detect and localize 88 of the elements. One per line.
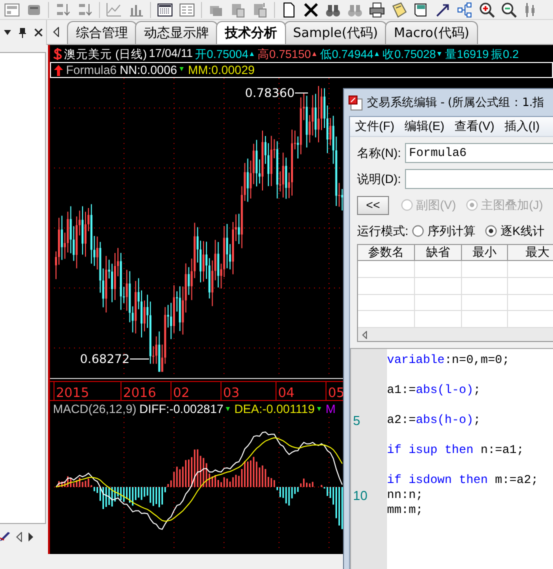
tab[interactable]: Sample(代码)	[284, 21, 387, 44]
code-line: a1:=abs(l-o);	[387, 383, 482, 398]
menu-item[interactable]: 插入(I)	[499, 118, 545, 135]
collapse-button[interactable]: <<	[357, 196, 389, 214]
paste-down-icon[interactable]	[252, 2, 268, 18]
indicator-name: MACD(26,12,9)	[53, 402, 136, 416]
note-icon[interactable]	[391, 2, 407, 18]
menu-item[interactable]: 文件(F)	[350, 118, 400, 135]
book-icon[interactable]	[413, 2, 429, 18]
indicator-value: DIFF:-0.002817	[139, 402, 224, 416]
code-editor[interactable]: 5 10 variable:n=0,m=0; a1:=abs(l-o); a2:=abs(h-o); if isup then n:=a1; if isdown then m:=a2; nn:n; mm:m;	[350, 348, 553, 569]
code-line: if isup then n:=a1;	[387, 443, 525, 458]
zoom-in-icon[interactable]	[479, 2, 495, 18]
new-document-icon[interactable]	[281, 2, 297, 18]
indicator-value: M	[326, 402, 336, 416]
leader-line	[130, 358, 150, 360]
column-header[interactable]: 缺省	[415, 245, 462, 261]
tab[interactable]: 动态显示牌	[135, 21, 218, 44]
symbol-name: 澳元美元 (日线)	[64, 47, 147, 62]
scroll-right-icon[interactable]	[28, 532, 34, 542]
printer-icon[interactable]	[369, 2, 385, 18]
price-label: 0.78360	[245, 86, 295, 100]
code-line: nn:n;	[387, 488, 424, 503]
quote-date: 17/04/11	[148, 48, 193, 60]
line-number: 10	[353, 488, 368, 503]
window-title: 交易系统编辑 - (所属公式组：1.指	[367, 95, 544, 110]
axis-label: 03	[223, 386, 240, 401]
column-header[interactable]: 最大	[508, 245, 553, 261]
radio-label: 主图叠加(J)	[481, 196, 543, 214]
delete-icon[interactable]	[303, 2, 319, 18]
tree-icon[interactable]	[457, 2, 473, 18]
radio-label: 副图(V)	[416, 196, 456, 214]
name-field[interactable]: Formula6	[405, 143, 553, 163]
indicator-value: MM:0.00029	[188, 64, 255, 76]
scroll-left-icon[interactable]	[362, 330, 367, 339]
zoom-out-icon[interactable]	[501, 2, 517, 18]
radio-button[interactable]	[412, 225, 424, 237]
leader-line	[294, 92, 308, 94]
formula-name: Formula6	[66, 64, 117, 76]
radio-button[interactable]	[485, 225, 498, 237]
code-line: a2:=abs(h-o);	[387, 413, 482, 428]
dropdown-icon[interactable]	[4, 30, 10, 35]
sort-ascending-icon[interactable]	[55, 2, 71, 18]
sort-descending-icon[interactable]	[77, 2, 93, 18]
layout-icon[interactable]	[4, 2, 20, 18]
radio-label: 逐K线计	[500, 222, 544, 240]
axis-label: 04	[278, 386, 295, 401]
field-label: 名称(N):	[357, 144, 401, 162]
app-icon	[348, 94, 364, 110]
code-line: mm:m;	[387, 503, 424, 518]
code-line: if isdown then m:=a2;	[387, 473, 538, 488]
tab[interactable]: 综合管理	[67, 21, 137, 44]
quote-value: 高0.75150	[257, 47, 311, 62]
dollar-icon	[53, 48, 62, 60]
quote-value: 收0.75028	[382, 48, 436, 62]
field-label: 运行模式:	[357, 222, 408, 240]
quote-value: 量16919	[444, 48, 489, 62]
menu-item[interactable]: 编辑(E)	[399, 118, 450, 135]
radio-label: 序列计算	[427, 222, 476, 240]
axis-label: 02	[173, 386, 190, 401]
price-label: 0.68272	[80, 352, 130, 366]
tab[interactable]: 技术分析	[216, 21, 286, 44]
grid-window-icon[interactable]	[157, 2, 173, 18]
scroll-left-icon[interactable]	[53, 27, 59, 37]
indicator-value: NN:0.0006	[120, 64, 178, 76]
column-header[interactable]: 最小	[462, 245, 508, 261]
up-arrow-icon	[54, 64, 63, 76]
code-line: variable:n=0,m=0;	[387, 353, 510, 368]
scroll-left-icon[interactable]	[16, 532, 22, 542]
line-number: 5	[353, 413, 360, 428]
axis-label: 2016	[123, 386, 156, 401]
menu-item[interactable]: 查看(V)	[449, 118, 500, 135]
quote-value: 振0.2	[490, 48, 519, 62]
column-header[interactable]: 参数名	[358, 245, 415, 261]
tab[interactable]: Macro(代码)	[384, 21, 478, 44]
quote-value: 低0.74944	[320, 48, 374, 62]
axis-label: 05	[328, 386, 345, 401]
pin-icon[interactable]	[18, 27, 26, 38]
description-field[interactable]	[405, 169, 553, 189]
pen-icon[interactable]	[0, 532, 10, 542]
axis-label: 2015	[56, 386, 90, 401]
field-label: 说明(D):	[357, 170, 401, 188]
arrow-icon[interactable]	[435, 2, 451, 18]
paste-icon[interactable]	[230, 2, 246, 18]
close-icon[interactable]	[34, 28, 42, 37]
list-window-icon[interactable]	[179, 2, 195, 18]
indicator-value: DEA:-0.001119	[234, 402, 315, 416]
quote-value: 开0.75004	[194, 48, 248, 62]
